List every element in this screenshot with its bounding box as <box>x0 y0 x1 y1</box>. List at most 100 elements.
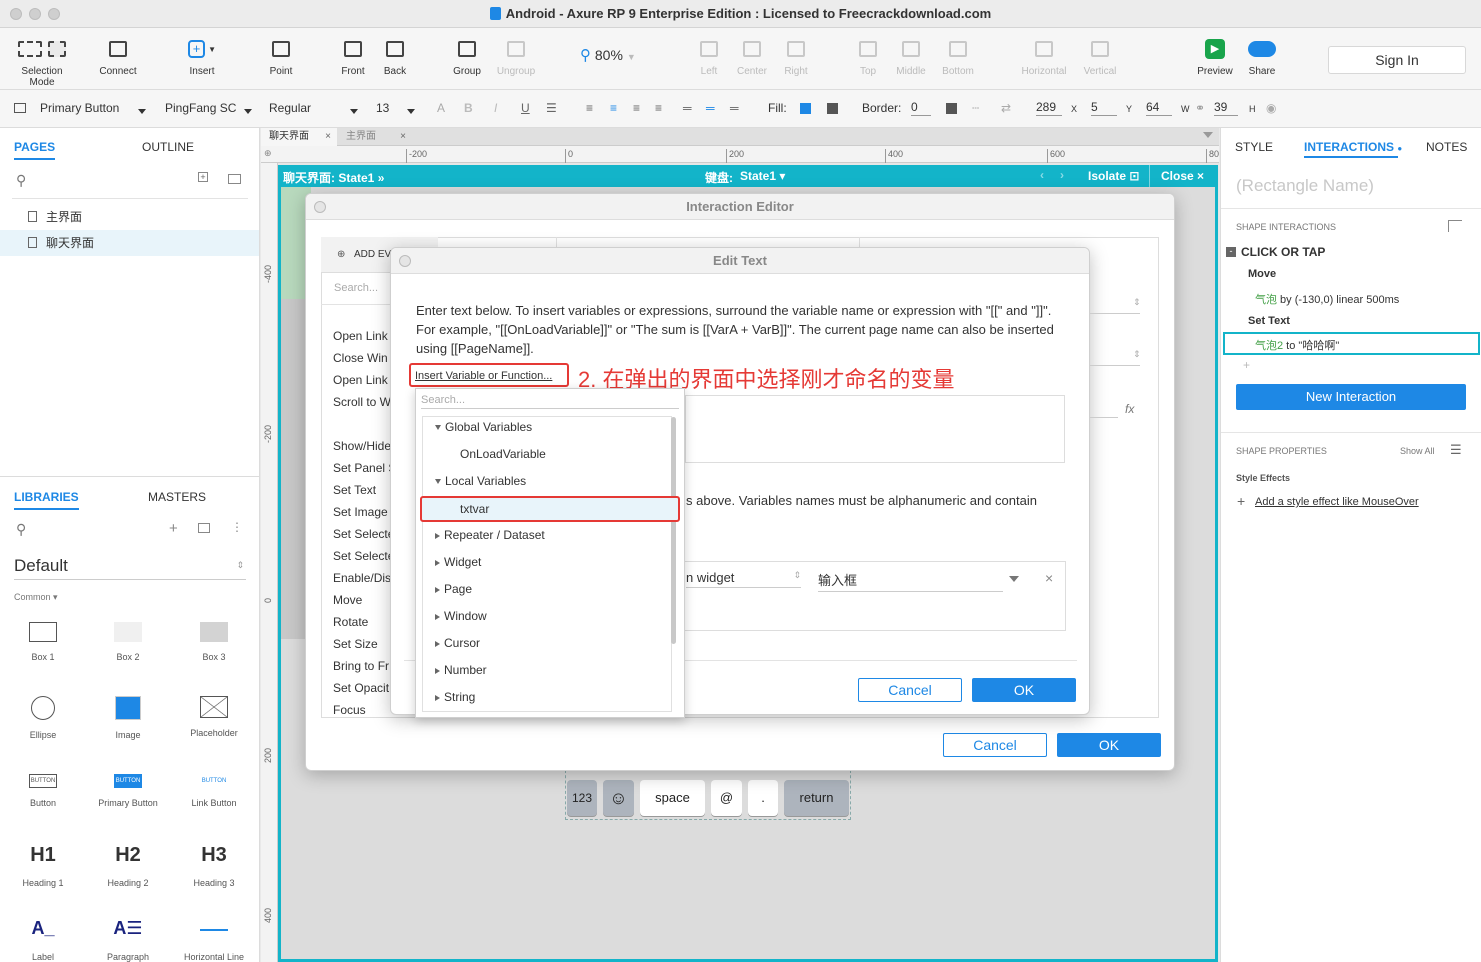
toolbar-insert-button[interactable]: + ▼ Insert <box>188 34 216 77</box>
add-page-icon[interactable]: + <box>198 172 208 182</box>
align-text-center-icon[interactable]: ≡ <box>610 101 617 115</box>
show-all-link[interactable]: Show All <box>1400 446 1435 456</box>
library-widget-ellipse[interactable]: Ellipse <box>3 696 83 740</box>
pages-tab[interactable]: PAGES <box>14 140 56 160</box>
action-search-input[interactable]: Search... <box>334 282 378 294</box>
border-width-input[interactable]: 0 <box>911 100 931 116</box>
font-weight-select[interactable]: Regular <box>269 101 311 115</box>
library-widget-box-1[interactable]: Box 1 <box>3 622 83 662</box>
action-move[interactable]: Move <box>1248 268 1276 280</box>
widget-target-select[interactable]: 输入框 <box>818 570 1003 592</box>
add-library-icon[interactable]: + <box>169 520 178 537</box>
valign-bottom-icon[interactable]: ═ <box>730 101 739 115</box>
font-family-select[interactable]: PingFang SC <box>165 101 236 115</box>
chevron-down-icon[interactable] <box>1009 576 1019 582</box>
toolbar-group-button[interactable]: Group <box>452 34 482 77</box>
tabs-menu-icon[interactable] <box>1203 132 1213 138</box>
tree-item-string[interactable]: String <box>435 690 475 704</box>
notes-tab[interactable]: NOTES <box>1426 140 1467 154</box>
toolbar-align-middle-button[interactable]: Middle <box>894 34 928 77</box>
isolate-button[interactable]: Isolate ⊡ <box>1088 169 1139 183</box>
height-input[interactable]: 39 <box>1214 100 1238 116</box>
dialog-window-control[interactable] <box>399 255 411 267</box>
action-item[interactable]: Set Size <box>333 637 378 651</box>
justify-text-icon[interactable]: ≡ <box>655 101 662 115</box>
tab-chat[interactable]: 聊天界面 × <box>261 128 337 146</box>
close-icon[interactable]: × <box>400 128 406 146</box>
close-icon[interactable]: × <box>325 128 331 146</box>
action-item[interactable]: Set Panel S <box>333 461 396 475</box>
library-widget-label[interactable]: A_ Label <box>3 918 83 962</box>
collapse-icon[interactable]: - <box>1226 247 1236 257</box>
toolbar-align-right-button[interactable]: Right <box>781 34 811 77</box>
tab-main[interactable]: 主界面 × <box>338 128 406 146</box>
new-interaction-button[interactable]: New Interaction <box>1236 384 1466 410</box>
tree-item-repeater-dataset[interactable]: Repeater / Dataset <box>435 528 545 542</box>
libraries-tab[interactable]: LIBRARIES <box>14 490 79 510</box>
add-effect-icon[interactable]: + <box>1237 493 1245 509</box>
width-input[interactable]: 64 <box>1146 100 1172 116</box>
tree-item-cursor[interactable]: Cursor <box>435 636 480 650</box>
font-size-select[interactable]: 13 <box>376 101 389 115</box>
style-select[interactable]: Primary Button <box>40 101 119 115</box>
border-arrow-icon[interactable]: ⇄ <box>1001 101 1011 115</box>
toolbar-connect-button[interactable]: Connect <box>98 34 138 77</box>
cancel-button[interactable]: Cancel <box>858 678 962 702</box>
library-widget-paragraph[interactable]: A☰ Paragraph <box>88 918 168 962</box>
fill-color-swatch[interactable] <box>800 103 811 114</box>
tree-item-window[interactable]: Window <box>435 609 487 623</box>
valign-top-icon[interactable]: ═ <box>683 101 692 115</box>
search-icon[interactable]: ⚲ <box>16 172 26 189</box>
action-item[interactable]: Rotate <box>333 615 368 629</box>
add-style-effect-link[interactable]: Add a style effect like MouseOver <box>1255 496 1419 508</box>
shape-name-input[interactable]: (Rectangle Name) <box>1236 176 1374 196</box>
toolbar-distribute-horizontal-button[interactable]: Horizontal <box>1019 34 1069 77</box>
page-item-chat[interactable]: 聊天界面 <box>0 230 259 256</box>
state-path[interactable]: 聊天界面: State1 » <box>283 169 384 186</box>
interactions-tab[interactable]: INTERACTIONS ● <box>1304 140 1402 154</box>
action-item[interactable]: Bring to Fr <box>333 659 389 673</box>
add-action-icon[interactable]: + <box>1243 358 1250 372</box>
remove-variable-icon[interactable]: × <box>1045 570 1053 586</box>
action-item[interactable]: Set Selecte <box>333 549 394 563</box>
action-item[interactable]: Show/Hide <box>333 439 391 453</box>
outline-tab[interactable]: OUTLINE <box>142 140 194 154</box>
action-item[interactable]: Close Win <box>333 351 388 365</box>
dropdown-search-input[interactable]: Search... <box>421 394 679 409</box>
y-input[interactable]: 5 <box>1091 100 1117 116</box>
cancel-button[interactable]: Cancel <box>943 733 1047 757</box>
dialog-window-control[interactable] <box>314 201 326 213</box>
library-widget-heading-1[interactable]: H1 Heading 1 <box>3 844 83 888</box>
tree-item-onloadvariable[interactable]: OnLoadVariable <box>460 447 546 461</box>
action-item[interactable]: Set Opacit <box>333 681 389 695</box>
lock-ratio-icon[interactable]: ⚭ <box>1195 101 1205 115</box>
x-input[interactable]: 289 <box>1036 100 1062 116</box>
toolbar-align-top-button[interactable]: Top <box>855 34 881 77</box>
action-move-detail[interactable]: 气泡 by (-130,0) linear 500ms <box>1255 291 1399 307</box>
variable-type-select[interactable]: n widget ⇕ <box>686 570 801 588</box>
toolbar-ungroup-button[interactable]: Ungroup <box>496 34 536 77</box>
toolbar-distribute-vertical-button[interactable]: Vertical <box>1080 34 1120 77</box>
action-item[interactable]: Enable/Dis <box>333 571 391 585</box>
toolbar-selection-mode-button[interactable]: Selection Mode <box>14 34 70 88</box>
align-text-right-icon[interactable]: ≡ <box>633 101 640 115</box>
toolbar-point-button[interactable]: Point <box>266 34 296 77</box>
toolbar-front-button[interactable]: Front <box>338 34 368 77</box>
italic-icon[interactable]: I <box>494 101 497 115</box>
style-tab[interactable]: STYLE <box>1235 140 1273 154</box>
library-widget-box-2[interactable]: Box 2 <box>88 622 168 662</box>
tree-item-number[interactable]: Number <box>435 663 487 677</box>
fill-shadow-swatch[interactable] <box>827 103 838 114</box>
interaction-settings-icon[interactable] <box>1448 220 1462 232</box>
key-123[interactable]: 123 <box>567 780 597 816</box>
action-item[interactable]: Set Selecte <box>333 527 394 541</box>
panel-state-select[interactable]: State1 ▾ <box>740 169 785 183</box>
border-color-swatch[interactable] <box>946 103 957 114</box>
toolbar-align-bottom-button[interactable]: Bottom <box>939 34 977 77</box>
zoom-select[interactable]: ⚲ 80% ▼ <box>580 46 636 64</box>
library-widget-link-button[interactable]: BUTTON Link Button <box>174 770 254 808</box>
tree-item-global-variables[interactable]: Global Variables <box>435 420 532 434</box>
action-set-text[interactable]: Set Text <box>1248 315 1290 327</box>
text-color-icon[interactable]: A <box>437 101 445 115</box>
library-select[interactable]: Default ⇕ <box>14 556 246 580</box>
